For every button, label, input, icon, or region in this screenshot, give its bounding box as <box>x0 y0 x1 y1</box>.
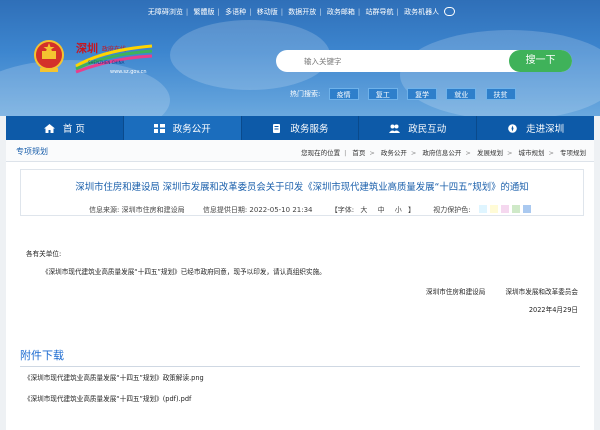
content-card: 专项规划 您现在的位置 | 首页 > 政务公开 > 政府信息公开 > 发展规划 > 城市规… <box>6 140 594 430</box>
breadcrumb-urban-planning[interactable]: 城市规划 <box>518 149 544 157</box>
hot-search: 热门搜索: 疫情 复工 复学 就业 扶贫 <box>290 88 523 100</box>
info-date: 信息提供日期: 2022-05-10 21:34 <box>202 206 313 214</box>
hot-tag-poverty[interactable]: 扶贫 <box>485 88 516 100</box>
grid-icon <box>153 123 165 133</box>
hot-search-label: 热门搜索: <box>290 90 321 98</box>
attachment-link[interactable]: 《深圳市现代建筑业高质量发展“十四五”规划》政策解读.png <box>24 372 204 382</box>
nav-gov-services[interactable]: 政务服务 <box>242 116 360 140</box>
section-label[interactable]: 专项规划 <box>16 146 48 157</box>
nav-interaction[interactable]: 政民互动 <box>359 116 478 140</box>
site-url: www.sz.gov.cn <box>110 69 147 75</box>
article-meta: 信息来源: 深圳市住房和建设局 信息提供日期: 2022-05-10 21:34… <box>89 205 534 215</box>
nav-gov-services-label: 政务服务 <box>290 124 329 135</box>
nav-gov-affairs-label: 政务公开 <box>172 124 211 135</box>
article-title: 深圳市住房和建设局 深圳市发展和改革委员会关于印发《深圳市现代建筑业高质量发展“… <box>75 182 529 193</box>
attachment-link[interactable]: 《深圳市现代建筑业高质量发展“十四五”规划》(pdf).pdf <box>24 393 191 403</box>
svg-text:深圳: 深圳 <box>76 41 98 55</box>
utility-link-accessibility[interactable]: 无障碍浏览 <box>145 7 186 17</box>
article-salutation: 各有关单位: <box>26 250 62 258</box>
eye-color-swatch-3[interactable] <box>500 205 509 213</box>
home-icon <box>43 123 55 133</box>
breadcrumb: 您现在的位置 | 首页 > 政务公开 > 政府信息公开 > 发展规划 > 城市规划 > 专项… <box>301 149 586 157</box>
utility-nav: 无障碍浏览 | 繁體版 | 多语种 | 移动版 | 数据开放 | 政务邮箱 | 站群导航 | … <box>0 7 600 17</box>
font-size-close: 】 <box>408 206 416 214</box>
service-icon <box>273 123 281 133</box>
national-emblem-icon <box>34 40 64 72</box>
nav-visit-shenzhen-label: 走进深圳 <box>526 124 565 135</box>
attachments-divider <box>20 366 580 367</box>
eye-color-swatch-2[interactable] <box>489 205 498 213</box>
utility-link-site-group[interactable]: 站群导航 <box>362 7 396 17</box>
font-size-medium[interactable]: 中 <box>378 206 385 214</box>
font-size-large[interactable]: 大 <box>360 206 367 214</box>
signer-development-commission: 深圳市发展和改革委员会 <box>505 288 578 296</box>
hot-tag-epidemic[interactable]: 疫情 <box>328 88 359 100</box>
nav-visit-shenzhen[interactable]: 走进深圳 <box>477 116 594 140</box>
font-size-label: 【字体: <box>330 206 355 214</box>
hot-tag-employment[interactable]: 就业 <box>446 88 477 100</box>
main-nav: 首 页 政务公开 政务服务 政民互动 走进深圳 <box>6 116 594 140</box>
utility-link-mailbox[interactable]: 政务邮箱 <box>324 7 358 17</box>
breadcrumb-special-planning[interactable]: 专项规划 <box>560 149 586 157</box>
eye-color-swatch-5[interactable] <box>522 205 531 213</box>
attachments-title: 附件下载 <box>20 349 64 362</box>
utility-link-open-data[interactable]: 数据开放 <box>285 7 319 17</box>
utility-link-robot[interactable]: 政务机器人 <box>401 7 442 17</box>
breadcrumb-prefix: 您现在的位置 <box>301 149 341 157</box>
compass-icon <box>508 123 517 133</box>
breadcrumb-info-disclosure[interactable]: 政府信息公开 <box>422 149 461 157</box>
info-source: 信息来源: 深圳市住房和建设局 <box>89 206 185 214</box>
hot-tag-resume-school[interactable]: 复学 <box>407 88 438 100</box>
eye-color-swatch-4[interactable] <box>511 205 520 213</box>
nav-home[interactable]: 首 页 <box>6 116 124 140</box>
header-banner: 无障碍浏览 | 繁體版 | 多语种 | 移动版 | 数据开放 | 政务邮箱 | 站群导航 | … <box>0 0 600 116</box>
article-signers: 深圳市住房和建设局 深圳市发展和改革委员会 <box>408 286 578 296</box>
search-button[interactable]: 搜一下 <box>509 50 572 72</box>
robot-icon[interactable] <box>444 7 456 16</box>
eye-color-swatch-1[interactable] <box>478 205 487 213</box>
utility-link-languages[interactable]: 多语种 <box>222 7 249 17</box>
cloud-decoration <box>400 30 600 116</box>
people-icon <box>389 124 401 133</box>
utility-link-mobile[interactable]: 移动版 <box>254 7 281 17</box>
signer-housing-bureau: 深圳市住房和建设局 <box>426 288 486 296</box>
nav-home-label: 首 页 <box>62 124 85 135</box>
hot-tag-resume-work[interactable]: 复工 <box>367 88 398 100</box>
breadcrumb-gov-affairs[interactable]: 政务公开 <box>381 149 407 157</box>
nav-interaction-label: 政民互动 <box>408 124 447 135</box>
article-sign-date: 2022年4月29日 <box>528 306 578 314</box>
article-body: 《深圳市现代建筑业高质量发展“十四五”规划》已经市政府同意，现予以印发，请认真组… <box>42 268 326 276</box>
utility-link-traditional[interactable]: 繁體版 <box>191 7 218 17</box>
breadcrumb-planning[interactable]: 发展规划 <box>477 149 503 157</box>
breadcrumb-home[interactable]: 首页 <box>352 149 365 157</box>
search-input[interactable] <box>304 54 504 68</box>
font-size-small[interactable]: 小 <box>395 206 402 214</box>
eye-protection-label: 视力保护色: <box>433 206 471 214</box>
svg-text:SHENZHEN CHINA: SHENZHEN CHINA <box>88 60 125 65</box>
breadcrumb-bar: 专项规划 您现在的位置 | 首页 > 政务公开 > 政府信息公开 > 发展规划 > 城市规… <box>6 140 594 162</box>
article-header: 深圳市住房和建设局 深圳市发展和改革委员会关于印发《深圳市现代建筑业高质量发展“… <box>20 169 584 216</box>
nav-gov-affairs[interactable]: 政务公开 <box>123 116 242 140</box>
